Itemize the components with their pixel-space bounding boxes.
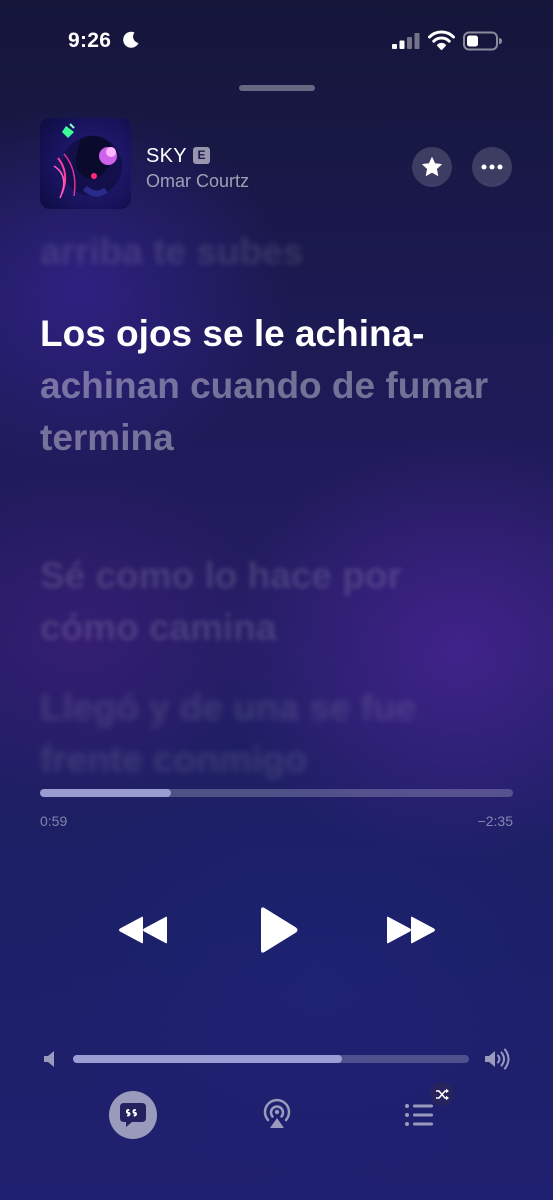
album-artwork[interactable] [40,118,131,209]
lyric-unsung-text: achinan cuando de fumar termina [40,365,489,458]
artist-name[interactable]: Omar Courtz [146,171,249,192]
status-time: 9:26 [68,29,112,52]
explicit-badge: E [193,147,210,164]
lyrics-button[interactable] [109,1091,157,1139]
speaker-high-icon [485,1048,510,1070]
lyric-sung-text: Los ojos se le achina- [40,313,425,354]
lyric-line-previous[interactable]: arriba te subes [40,226,303,278]
shuffle-badge[interactable] [430,1082,454,1106]
speaker-low-icon [44,1051,54,1067]
remaining-time: −2:35 [477,813,513,829]
album-art-image [53,123,122,199]
lyric-line-current[interactable]: Los ojos se le achina-achinan cuando de … [40,308,520,464]
battery-icon [463,31,502,51]
elapsed-time: 0:59 [40,813,68,829]
lyric-line-next[interactable]: Sé como lo hace por cómo camina [40,550,500,654]
wifi-icon [428,30,455,50]
lyrics-quote-icon [120,1103,146,1127]
lyric-line-next[interactable]: Llegó y de una se fue frente conmigo [40,682,500,786]
song-title[interactable]: SKY [146,145,187,168]
cellular-signal-icon [392,33,420,49]
playback-scrubber[interactable] [40,789,513,797]
moon-icon [123,31,139,48]
backward-icon [119,916,167,944]
play-icon [261,907,298,953]
more-button[interactable] [472,147,512,187]
queue-list-icon[interactable] [404,1101,436,1129]
favorite-button[interactable] [412,147,452,187]
playback-progress-fill [40,789,171,797]
shuffle-icon [435,1088,449,1100]
volume-level-fill [73,1055,343,1063]
airplay-audio-icon[interactable] [260,1098,294,1132]
star-icon [422,157,442,176]
sheet-grabber[interactable] [239,85,315,91]
next-track-button[interactable] [380,905,442,955]
previous-track-button[interactable] [112,905,174,955]
ellipsis-icon [481,164,503,170]
forward-icon [387,916,435,944]
volume-slider[interactable] [73,1055,469,1063]
play-button[interactable] [250,902,306,958]
